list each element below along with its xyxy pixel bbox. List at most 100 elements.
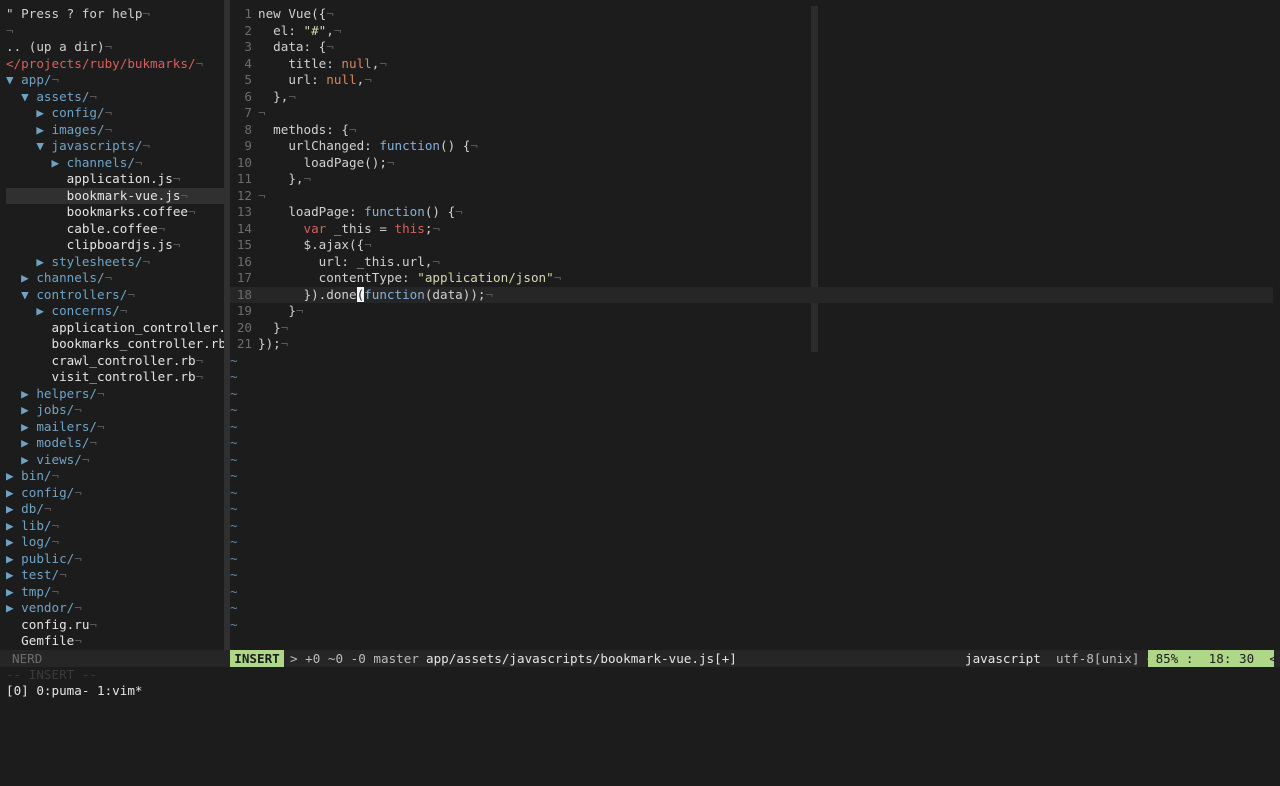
nerdtree-dir-item[interactable]: ▶ stylesheets/¬ [6, 254, 150, 271]
code-line[interactable]: },¬ [258, 171, 311, 188]
code-line[interactable]: },¬ [258, 89, 296, 106]
code-line[interactable]: $.ajax({¬ [258, 237, 371, 254]
code-line[interactable]: url: null,¬ [258, 72, 371, 89]
code-line[interactable]: new Vue({¬ [258, 6, 334, 23]
collapsed-arrow-icon: ▶ [21, 385, 37, 401]
empty-line-tilde: ~ [230, 385, 238, 401]
nerdtree-dir-item[interactable]: ▶ config/¬ [6, 105, 112, 122]
code-line[interactable]: data: {¬ [258, 39, 334, 56]
line-number: 6 [244, 88, 252, 104]
collapsed-arrow-icon: ▶ [6, 567, 22, 582]
empty-line-tilde: ~ [230, 600, 238, 615]
file-spacer [36, 353, 51, 368]
nerdtree-item-label: concerns/ [51, 303, 120, 318]
nerdtree-dir-item[interactable]: ▶ channels/¬ [6, 155, 143, 172]
nerdtree-dir-item[interactable]: ▼ javascripts/¬ [6, 138, 150, 155]
code-line[interactable]: }¬ [258, 303, 303, 320]
nerdtree-dir-item[interactable]: ▶ tmp/¬ [6, 584, 59, 601]
code-line[interactable]: methods: {¬ [258, 122, 356, 139]
nerdtree-item-label: cable.coffee [66, 220, 158, 236]
nerdtree-item-label: test/ [21, 567, 60, 582]
line-number: 10 [236, 154, 252, 170]
code-line[interactable]: }¬ [258, 320, 288, 337]
collapsed-arrow-icon: ▶ [21, 418, 37, 434]
nerdtree-status-label: NERD [12, 651, 43, 666]
nerdtree-file-item[interactable]: clipboardjs.js¬ [6, 237, 181, 254]
nerdtree-dir-item[interactable]: ▼ assets/¬ [6, 89, 97, 106]
line-number: 20 [236, 319, 252, 335]
nerdtree-file-item[interactable]: bookmark-vue.js¬ [6, 187, 224, 204]
nerdtree-dir-item[interactable]: ▶ channels/¬ [6, 270, 112, 287]
nerdtree-dir-item[interactable]: ▶ log/¬ [6, 534, 59, 551]
nerdtree-dir-item[interactable]: ▶ jobs/¬ [6, 402, 82, 419]
file-spacer [52, 237, 67, 252]
empty-line-tilde: ~ [230, 567, 238, 582]
code-line[interactable]: url: _this.url,¬ [258, 254, 440, 271]
code-line[interactable]: contentType: "application/json"¬ [258, 270, 562, 287]
nerdtree-dir-item[interactable]: ▶ images/¬ [6, 122, 112, 139]
nerdtree-item-label: channels/ [36, 270, 105, 285]
nerdtree-file-item[interactable]: application.js¬ [6, 171, 181, 188]
code-line[interactable]: ¬ [258, 105, 266, 122]
code-line[interactable]: ¬ [258, 188, 266, 205]
nerdtree-pane[interactable]: " Press ? for help¬ ¬ .. (up a dir)¬ </p… [0, 0, 224, 650]
nerdtree-file-item[interactable]: cable.coffee¬ [6, 220, 166, 238]
nerdtree-dir-item[interactable]: ▶ config/¬ [6, 485, 82, 502]
nerdtree-blank-line: ¬ [6, 22, 14, 38]
nerdtree-item-label: jobs/ [36, 402, 75, 417]
nerdtree-help: " Press ? for help¬ [6, 6, 151, 21]
expanded-arrow-icon: ▼ [21, 88, 37, 104]
file-spacer [36, 369, 51, 384]
nerdtree-dir-item[interactable]: ▶ public/¬ [6, 551, 82, 568]
expanded-arrow-icon: ▼ [21, 286, 37, 302]
tmux-status-bar[interactable]: [0] 0:puma- 1:vim* [6, 683, 142, 699]
nerdtree-dir-item[interactable]: ▶ concerns/¬ [6, 303, 127, 320]
nerdtree-dir-item[interactable]: ▶ vendor/¬ [6, 600, 82, 617]
code-line[interactable]: el: "#",¬ [258, 23, 341, 40]
collapsed-arrow-icon: ▶ [36, 253, 52, 269]
nerdtree-item-label: application.js [66, 171, 173, 186]
nerdtree-dir-item[interactable]: ▼ app/¬ [6, 72, 59, 89]
file-spacer [6, 633, 21, 648]
nerdtree-dir-item[interactable]: ▼ controllers/¬ [6, 287, 135, 304]
nerdtree-file-item[interactable]: bookmarks.coffee¬ [6, 204, 196, 221]
nerdtree-dir-item[interactable]: ▶ bin/¬ [6, 468, 59, 485]
code-line[interactable]: var _this = this;¬ [258, 221, 441, 238]
line-number: 17 [236, 270, 252, 285]
nerdtree-dir-item[interactable]: ▶ helpers/¬ [6, 385, 104, 403]
nerdtree-file-item[interactable]: visit_controller.rb¬ [6, 369, 204, 386]
nerdtree-file-item[interactable]: bookmarks_controller.rb¬ [6, 336, 224, 353]
nerdtree-file-item[interactable]: config.ru¬ [6, 617, 97, 634]
line-number: 4 [244, 55, 252, 71]
nerdtree-file-item[interactable]: crawl_controller.rb¬ [6, 353, 204, 370]
nerdtree-dir-item[interactable]: ▶ views/¬ [6, 452, 89, 469]
nerdtree-dir-item[interactable]: ▶ models/¬ [6, 435, 97, 452]
nerdtree-item-label: javascripts/ [51, 138, 143, 153]
code-line[interactable]: });¬ [258, 336, 288, 353]
nerdtree-dir-item[interactable]: ▶ test/¬ [6, 567, 67, 584]
code-line[interactable]: }).done(function(data));¬ [258, 286, 493, 304]
nerdtree-item-label: bookmark-vue.js [66, 187, 181, 203]
code-line[interactable]: urlChanged: function() {¬ [258, 138, 478, 155]
line-number: 1 [244, 6, 252, 21]
editor-pane[interactable]: 1 new Vue({¬ 2 el: "#",¬ 3 data: {¬ 4 title:… [230, 0, 1280, 650]
empty-line-tilde: ~ [230, 435, 238, 450]
code-line[interactable]: loadPage: function() {¬ [258, 204, 462, 221]
file-spacer [52, 188, 67, 203]
nerdtree-up-dir[interactable]: .. (up a dir)¬ [6, 39, 112, 56]
line-number: 11 [236, 171, 252, 186]
nerdtree-file-item[interactable]: Gemfile¬ [6, 633, 82, 650]
collapsed-arrow-icon: ▶ [6, 517, 22, 533]
nerdtree-file-item[interactable]: application_controller.rb¬ [6, 320, 224, 337]
nerdtree-dir-item[interactable]: ▶ db/¬ [6, 501, 52, 518]
collapsed-arrow-icon: ▶ [6, 550, 22, 566]
nerdtree-dir-item[interactable]: ▶ lib/¬ [6, 518, 59, 535]
line-number: 14 [236, 220, 252, 236]
empty-line-tilde: ~ [230, 484, 238, 500]
nerdtree-dir-item[interactable]: ▶ mailers/¬ [6, 418, 104, 436]
code-line[interactable]: loadPage();¬ [258, 155, 394, 172]
code-line[interactable]: title: null,¬ [258, 56, 387, 73]
expanded-arrow-icon: ▼ [36, 138, 52, 153]
empty-line-tilde: ~ [230, 534, 238, 549]
nerdtree-cwd[interactable]: </projects/ruby/bukmarks/¬ [6, 56, 203, 73]
